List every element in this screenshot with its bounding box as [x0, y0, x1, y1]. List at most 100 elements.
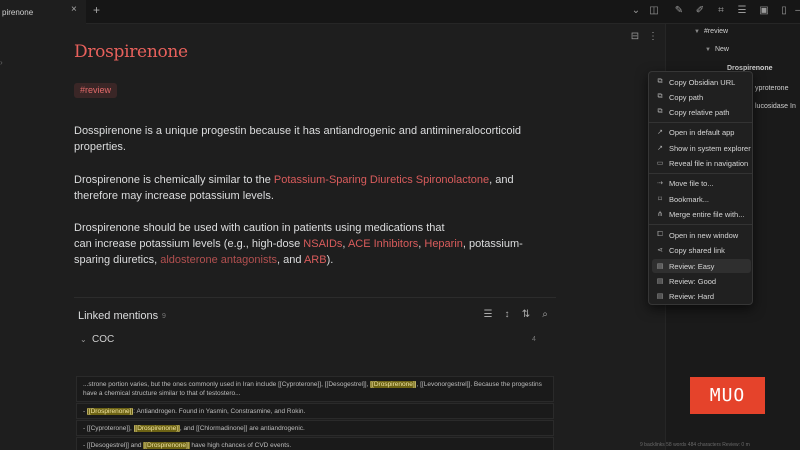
- paragraph-2: Drospirenone is chemically similar to th…: [74, 172, 544, 204]
- text: Drospirenone is chemically similar to th…: [74, 174, 274, 186]
- menu-item-review-hard[interactable]: ▤ Review: Hard: [652, 289, 751, 303]
- menu-separator: [649, 122, 752, 123]
- menu-item-review-easy[interactable]: ▤ Review: Easy: [652, 259, 751, 273]
- review-tag[interactable]: #review: [74, 83, 118, 98]
- expand-sidebar-icon[interactable]: ›: [0, 58, 3, 67]
- tree-item-review[interactable]: ▼ #review: [694, 28, 728, 35]
- menu-item-open-new-window[interactable]: ⧠ Open in new window: [652, 228, 751, 242]
- menu-item-open-default-app[interactable]: ↗ Open in default app: [652, 125, 751, 139]
- mention-highlight: [[Drospirenone]]: [86, 408, 134, 415]
- chevron-down-icon[interactable]: ⌄: [80, 335, 87, 344]
- external-icon: ↗: [657, 129, 663, 136]
- search-icon[interactable]: ⌕: [539, 309, 551, 321]
- logo-text: MUO: [709, 385, 746, 406]
- menu-item-label: Open in default app: [669, 127, 735, 137]
- mention-item[interactable]: - [[Cyproterone]], [[Drospirenone]], and…: [76, 420, 554, 436]
- link-ace-inhibitors[interactable]: ACE Inhibitors: [348, 238, 418, 250]
- sidebar-toggle-icon[interactable]: ◫: [648, 5, 660, 17]
- minimize-icon[interactable]: –: [792, 5, 800, 17]
- menu-item-copy-obsidian-url[interactable]: ⧉ Copy Obsidian URL: [652, 75, 751, 89]
- menu-item-label: Copy relative path: [669, 107, 730, 117]
- menu-item-label: Review: Easy: [669, 261, 715, 271]
- text: Drospirenone should be used with caution…: [74, 222, 445, 234]
- menu-item-label: Open in new window: [669, 230, 739, 240]
- menu-separator: [649, 224, 752, 225]
- menu-item-reveal-in-navigation[interactable]: ▭ Reveal file in navigation: [652, 156, 751, 170]
- share-icon: ⋖: [657, 247, 663, 254]
- mention-item[interactable]: - [[Drospirenone]]: Antiandrogen. Found …: [76, 403, 554, 419]
- tag-icon[interactable]: ⌗: [715, 5, 727, 17]
- menu-item-copy-relative-path[interactable]: ⧉ Copy relative path: [652, 105, 751, 119]
- more-options-icon[interactable]: ⋮: [647, 31, 659, 43]
- tree-label: #review: [703, 28, 729, 35]
- mention-item[interactable]: ...strone portion varies, but the ones c…: [76, 376, 554, 402]
- menu-item-label: Bookmark...: [669, 194, 710, 204]
- menu-item-copy-shared-link[interactable]: ⋖ Copy shared link: [652, 243, 751, 257]
- menu-item-label: Move file to...: [669, 178, 714, 188]
- folder-arrow-icon: ↗: [657, 145, 663, 152]
- mention-group-count: 4: [532, 336, 536, 343]
- mention-item[interactable]: - [[Desogestrel]] and [[Drospirenone]] h…: [76, 437, 554, 450]
- menu-item-show-in-explorer[interactable]: ↗ Show in system explorer: [652, 141, 751, 155]
- menu-item-label: Reveal file in navigation: [669, 158, 749, 168]
- menu-item-label: Review: Good: [669, 276, 717, 286]
- mention-highlight: [[Drospirenone]]: [133, 425, 180, 432]
- menu-item-label: Merge entire file with...: [669, 209, 745, 219]
- chevron-down-icon[interactable]: ⌄: [630, 5, 642, 17]
- tree-item-new[interactable]: ▼ New: [705, 46, 729, 53]
- mention-highlight: [[Drospirenone]]: [143, 442, 190, 449]
- link-nsaids[interactable]: NSAIDs: [303, 238, 342, 250]
- menu-item-label: Copy shared link: [669, 245, 725, 255]
- tab-bar: pirenone × + ⌄ ◫ ✎ ✐ ⌗ ☰ ▣ ▯ –: [0, 0, 800, 24]
- move-icon: ⇢: [657, 180, 663, 187]
- link-spironolactone[interactable]: Potassium-Sparing Diuretics Spironolacto…: [274, 174, 489, 186]
- review-icon: ▤: [656, 278, 664, 285]
- close-tab-icon[interactable]: ×: [71, 4, 77, 15]
- pen-sparkle-icon[interactable]: ✐: [694, 5, 706, 17]
- menu-item-bookmark[interactable]: ⌑ Bookmark...: [652, 192, 751, 206]
- link-heparin[interactable]: Heparin: [424, 238, 463, 250]
- folder-icon: ▭: [656, 160, 664, 167]
- linked-mentions-count: 9: [162, 313, 166, 320]
- sort-icon[interactable]: ⇅: [520, 309, 532, 321]
- new-tab-icon[interactable]: +: [93, 3, 100, 17]
- divider: [74, 297, 556, 298]
- tab-drospirenone[interactable]: pirenone ×: [0, 0, 86, 24]
- list-icon[interactable]: ☰: [736, 5, 748, 17]
- menu-item-label: Show in system explorer: [669, 143, 751, 153]
- menu-item-label: Copy Obsidian URL: [669, 77, 736, 87]
- review-icon: ▤: [656, 293, 664, 300]
- mention-group-label: COC: [92, 334, 115, 345]
- window-icon: ⧠: [657, 231, 663, 238]
- reading-view-icon[interactable]: ⊟: [629, 31, 641, 43]
- link-arb[interactable]: ARB: [304, 254, 327, 266]
- mention-text: , and [[Chlormadinone]] are antiandrogen…: [179, 425, 305, 432]
- tree-item-glucosidase[interactable]: lucosidase In: [755, 103, 796, 110]
- linked-mentions-title[interactable]: Linked mentions: [78, 310, 158, 322]
- calendar-icon[interactable]: ▣: [758, 5, 770, 17]
- tree-item-cyproterone[interactable]: yproterone: [755, 85, 788, 92]
- triangle-down-icon: ▼: [705, 47, 711, 53]
- panel-icon[interactable]: ▯: [778, 5, 790, 17]
- tab-title: pirenone: [2, 7, 34, 17]
- paragraph-1: Dosspirenone is a unique progestin becau…: [74, 125, 522, 153]
- mention-group-coc[interactable]: ⌄ COC 4: [80, 334, 540, 348]
- menu-item-copy-path[interactable]: ⧉ Copy path: [652, 90, 751, 104]
- menu-item-move-file[interactable]: ⇢ Move file to...: [652, 176, 751, 190]
- status-bar: 9 backlinks 58 words 484 characters Revi…: [640, 442, 750, 448]
- text: ).: [326, 254, 334, 266]
- list-view-icon[interactable]: ☰: [482, 309, 494, 321]
- copy-icon: ⧉: [657, 78, 663, 85]
- triangle-down-icon: ▼: [694, 29, 700, 35]
- menu-item-merge-file[interactable]: ⋔ Merge entire file with...: [652, 207, 751, 221]
- menu-item-label: Copy path: [669, 92, 704, 102]
- copy-icon: ⧉: [657, 93, 663, 100]
- muo-logo: MUO: [690, 377, 765, 414]
- link-aldosterone-antagonists[interactable]: aldosterone antagonists: [160, 254, 277, 266]
- mention-highlight: [[Drospirenone]]: [370, 381, 417, 388]
- menu-item-review-good[interactable]: ▤ Review: Good: [652, 274, 751, 288]
- collapse-icon[interactable]: ↕: [501, 309, 513, 321]
- mention-text: - [[Cyproterone]],: [83, 425, 134, 432]
- pen-icon[interactable]: ✎: [673, 5, 685, 17]
- text: , and: [277, 254, 304, 266]
